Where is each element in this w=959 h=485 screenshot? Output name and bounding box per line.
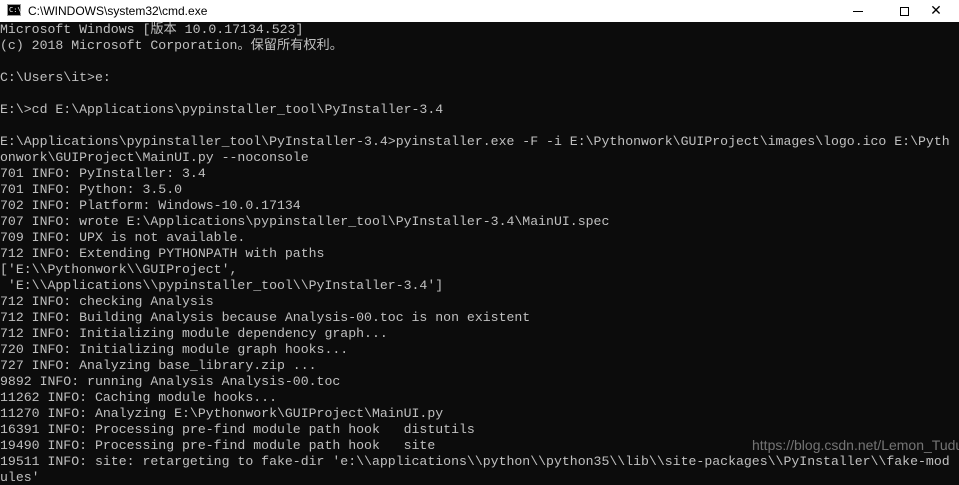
console-line: 712 INFO: checking Analysis	[0, 294, 214, 309]
console-line: onwork\GUIProject\MainUI.py --noconsole	[0, 150, 309, 165]
close-button[interactable]: ✕	[913, 0, 959, 22]
console-line: 11262 INFO: Caching module hooks...	[0, 390, 277, 405]
console-line: E:\>cd E:\Applications\pypinstaller_tool…	[0, 102, 444, 117]
console-line: ['E:\\Pythonwork\\GUIProject',	[0, 262, 238, 277]
console-line: Microsoft Windows [版本 10.0.17134.523]	[0, 22, 304, 37]
maximize-icon	[899, 6, 909, 16]
minimize-button[interactable]	[835, 0, 881, 22]
cmd-icon[interactable]: C:\	[7, 4, 22, 16]
console-line: C:\Users\it>e:	[0, 70, 111, 85]
console-line: 712 INFO: Initializing module dependency…	[0, 326, 388, 341]
console-line: 720 INFO: Initializing module graph hook…	[0, 342, 349, 357]
console-line: 712 INFO: Building Analysis because Anal…	[0, 310, 531, 325]
console-output[interactable]: Microsoft Windows [版本 10.0.17134.523] (c)…	[0, 22, 959, 485]
window-title: C:\WINDOWS\system32\cmd.exe	[28, 4, 208, 18]
cmd-window: C:\ C:\WINDOWS\system32\cmd.exe ✕ Micros…	[0, 0, 959, 485]
console-line: ules'	[0, 470, 40, 485]
console-line: 'E:\\Applications\\pypinstaller_tool\\Py…	[0, 278, 444, 293]
console-line: 712 INFO: Extending PYTHONPATH with path…	[0, 246, 325, 261]
console-line: 19511 INFO: site: retargeting to fake-di…	[0, 454, 950, 469]
console-line: 19490 INFO: Processing pre-find module p…	[0, 438, 436, 453]
console-line: 701 INFO: Python: 3.5.0	[0, 182, 183, 197]
title-bar[interactable]: C:\ C:\WINDOWS\system32\cmd.exe ✕	[0, 0, 959, 22]
console-line: 727 INFO: Analyzing base_library.zip ...	[0, 358, 317, 373]
watermark: https://blog.csdn.net/Lemon_Tudu	[752, 437, 959, 453]
console-line: 709 INFO: UPX is not available.	[0, 230, 246, 245]
console-line: 11270 INFO: Analyzing E:\Pythonwork\GUIP…	[0, 406, 444, 421]
close-icon: ✕	[930, 3, 942, 19]
console-line: (c) 2018 Microsoft Corporation。保留所有权利。	[0, 38, 343, 53]
console-line: 707 INFO: wrote E:\Applications\pypinsta…	[0, 214, 610, 229]
console-line: E:\Applications\pypinstaller_tool\PyInst…	[0, 134, 950, 149]
console-line: 16391 INFO: Processing pre-find module p…	[0, 422, 475, 437]
console-line: 701 INFO: PyInstaller: 3.4	[0, 166, 206, 181]
console-line: 702 INFO: Platform: Windows-10.0.17134	[0, 198, 301, 213]
console-line: 9892 INFO: running Analysis Analysis-00.…	[0, 374, 341, 389]
minimize-icon	[853, 10, 863, 12]
